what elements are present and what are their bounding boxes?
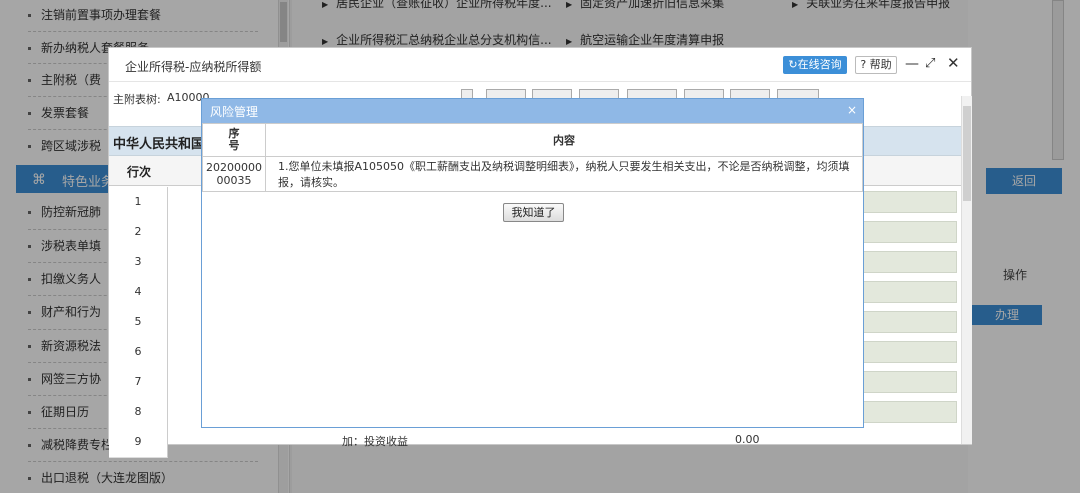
row-number-header: 行次 [127, 165, 152, 179]
online-consult-button[interactable]: ↻在线咨询 [783, 56, 847, 74]
help-button[interactable]: ? 帮助 [855, 56, 897, 74]
seq-header-text: 序号 [228, 127, 240, 152]
row-number: 8 [109, 397, 168, 428]
row-number: 3 [109, 247, 168, 278]
acknowledge-button[interactable]: 我知道了 [503, 203, 564, 222]
close-icon[interactable]: × [847, 103, 857, 117]
dialog-scrollbar[interactable] [961, 96, 972, 444]
risk-dialog-title: 风险管理 [210, 105, 259, 119]
content-header: 内容 [265, 123, 863, 157]
row-number: 2 [109, 217, 168, 248]
row-number: 9 [109, 427, 168, 458]
consult-label: 在线咨询 [797, 58, 842, 71]
row-number: 6 [109, 337, 168, 368]
dialog-titlebar: 企业所得税-应纳税所得额 ↻在线咨询 ? 帮助 — ⤢ ✕ [109, 48, 971, 82]
question-icon: ? [860, 58, 867, 71]
refresh-icon: ↻ [788, 58, 798, 71]
table-row: 2020000000035 1.您单位未填报A105050《职工薪酬支出及纳税调… [202, 156, 863, 192]
row-number: 5 [109, 307, 168, 338]
row-item-value[interactable]: 0.00 [735, 433, 760, 446]
risk-table-header: 序号 内容 [202, 123, 863, 157]
dialog-title: 企业所得税-应纳税所得额 [125, 60, 262, 74]
row-number: 7 [109, 367, 168, 398]
seq-header: 序号 [202, 123, 266, 157]
row-number: 4 [109, 277, 168, 308]
seq-cell: 2020000000035 [202, 156, 266, 192]
close-icon[interactable]: ✕ [947, 54, 960, 72]
risk-table: 序号 内容 2020000000035 1.您单位未填报A105050《职工薪酬… [202, 123, 863, 192]
risk-management-dialog: 风险管理 × 序号 内容 2020000000035 1.您单位未填报A1050… [201, 98, 864, 428]
row-number: 1 [109, 187, 168, 218]
minimize-icon[interactable]: — [905, 56, 919, 72]
attach-tree-label: 主附表树: [113, 93, 161, 106]
help-label: 帮助 [869, 58, 892, 71]
row-item-label: 加：投资收益 [342, 435, 408, 448]
content-cell: 1.您单位未填报A105050《职工薪酬支出及纳税调整明细表》，纳税人只要发生相… [265, 156, 863, 192]
seq-value: 2020000000035 [206, 161, 262, 187]
scrollbar-thumb[interactable] [963, 106, 971, 201]
risk-dialog-titlebar: 风险管理 × [202, 99, 863, 123]
maximize-icon[interactable]: ⤢ [925, 56, 935, 71]
